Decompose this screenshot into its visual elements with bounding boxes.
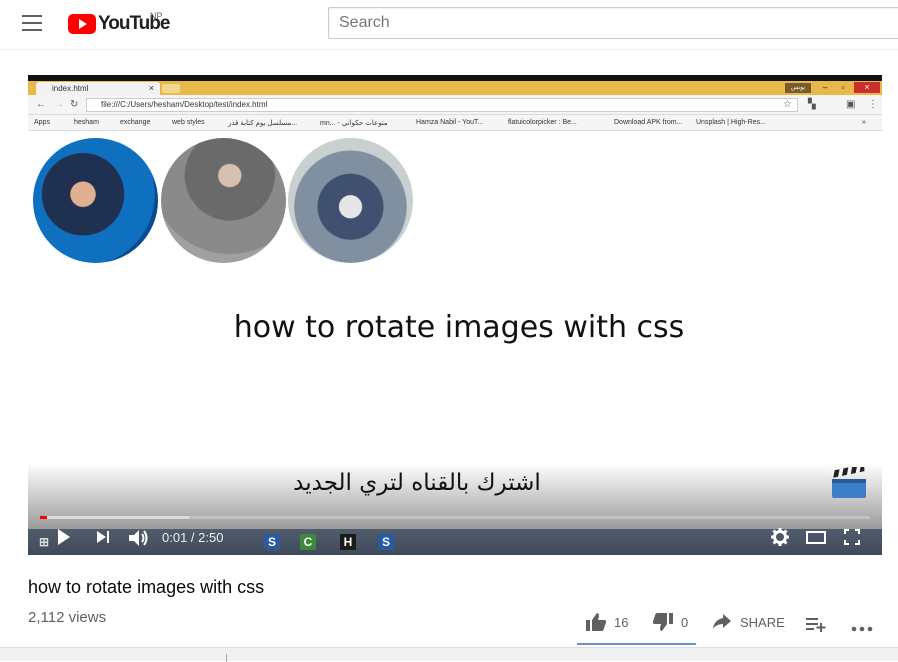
new-tab-icon bbox=[162, 84, 180, 93]
recorded-tab: index.html × bbox=[36, 82, 160, 95]
recorded-tab-title: index.html bbox=[52, 84, 89, 93]
bookmark-item: exchange bbox=[120, 119, 151, 126]
thumbs-down-icon bbox=[652, 613, 673, 631]
play-button[interactable] bbox=[56, 527, 70, 547]
rotated-photo-2 bbox=[161, 138, 286, 263]
bookmark-item: flatuicolorpicker : Be... bbox=[508, 119, 577, 126]
settings-icon[interactable] bbox=[771, 528, 789, 546]
fullscreen-icon[interactable] bbox=[844, 529, 860, 545]
search-input[interactable] bbox=[328, 7, 898, 39]
view-count: 2,112 views bbox=[28, 609, 107, 626]
thumbs-up-icon bbox=[586, 613, 607, 631]
bookmarks-more: » bbox=[862, 119, 866, 126]
window-profile-label: يونس bbox=[785, 83, 811, 93]
bookmark-item: mn... - متوعات حكواتي bbox=[320, 120, 388, 127]
progress-bar[interactable] bbox=[40, 516, 870, 519]
rotated-photo-3 bbox=[288, 138, 413, 263]
youtube-logo[interactable]: YouTube NP bbox=[68, 11, 170, 35]
recorded-url: file:///C:/Users/hesham/Desktop/test/ind… bbox=[86, 98, 798, 112]
progress-loaded bbox=[40, 516, 190, 519]
kebab-menu-icon: ⋮ bbox=[868, 99, 878, 110]
next-button[interactable] bbox=[97, 527, 111, 547]
reload-icon: ↻ bbox=[70, 99, 79, 110]
theater-mode-icon[interactable] bbox=[806, 531, 826, 544]
country-code: NP bbox=[150, 11, 163, 21]
menu-icon[interactable] bbox=[22, 15, 42, 31]
minimize-icon: – bbox=[822, 82, 828, 92]
taskbar-app-icon: H bbox=[340, 534, 356, 550]
recorded-taskbar: ⊞ S C H S bbox=[28, 529, 882, 555]
lower-section-edge bbox=[0, 647, 898, 662]
time-display: 0:01 / 2:50 bbox=[162, 530, 224, 545]
masthead: YouTube NP bbox=[0, 0, 898, 50]
video-player[interactable]: index.html × يونس – ▫ × ← → ↻ file:///C:… bbox=[28, 75, 882, 555]
share-label: SHARE bbox=[740, 614, 785, 630]
extension-icon: ▣ bbox=[846, 99, 856, 110]
share-icon bbox=[713, 614, 731, 629]
subscribe-caption: اشترك بالقناه لتري الجديد bbox=[293, 470, 541, 496]
dislike-button[interactable]: 0 bbox=[652, 612, 688, 632]
taskbar-app-icon: S bbox=[378, 534, 394, 550]
star-icon: ☆ bbox=[783, 99, 792, 110]
video-title: how to rotate images with css bbox=[28, 577, 265, 597]
maximize-icon: ▫ bbox=[841, 82, 845, 92]
forward-arrow-icon: → bbox=[54, 99, 64, 110]
like-ratio-fill bbox=[577, 643, 696, 645]
bookmark-item: web styles bbox=[172, 119, 205, 126]
bookmark-item: Apps bbox=[34, 119, 50, 126]
taskbar-app-icon: S bbox=[264, 534, 280, 550]
youtube-play-icon bbox=[68, 14, 96, 34]
bookmark-item: مسلسل يوم كتابة قدر... bbox=[228, 120, 298, 127]
recorded-addressbar: ← → ↻ file:///C:/Users/hesham/Desktop/te… bbox=[28, 95, 882, 115]
close-icon: × bbox=[148, 83, 154, 93]
clapperboard-icon bbox=[830, 467, 866, 498]
bookmark-item: Download APK from... bbox=[614, 119, 683, 126]
extension-icon: ▚ bbox=[808, 99, 816, 110]
video-overlay-title: how to rotate images with css bbox=[233, 310, 685, 345]
like-count: 16 bbox=[614, 614, 629, 630]
taskbar-app-icon: C bbox=[300, 534, 316, 550]
rotated-photo-1 bbox=[33, 138, 158, 263]
bookmark-item: Hamza Nabil - YouT... bbox=[416, 119, 484, 126]
recorded-bookmarks-bar: Apps hesham exchange web styles مسلسل يو… bbox=[28, 115, 882, 131]
like-button[interactable]: 16 bbox=[585, 612, 628, 632]
progress-played bbox=[40, 516, 47, 519]
bookmark-item: hesham bbox=[74, 119, 99, 126]
add-to-playlist-icon[interactable] bbox=[806, 614, 826, 634]
bookmark-item: Unsplash | High-Res... bbox=[696, 119, 766, 126]
dislike-count: 0 bbox=[681, 614, 689, 630]
recorded-tabstrip: index.html × يونس – ▫ × bbox=[28, 81, 882, 95]
volume-icon[interactable] bbox=[128, 528, 150, 548]
share-button[interactable]: SHARE bbox=[712, 612, 785, 632]
back-arrow-icon: ← bbox=[36, 99, 46, 110]
windows-start-icon: ⊞ bbox=[38, 535, 50, 549]
window-close-icon: × bbox=[854, 82, 880, 93]
like-ratio-bar bbox=[577, 643, 696, 645]
more-actions-icon[interactable] bbox=[851, 619, 873, 639]
